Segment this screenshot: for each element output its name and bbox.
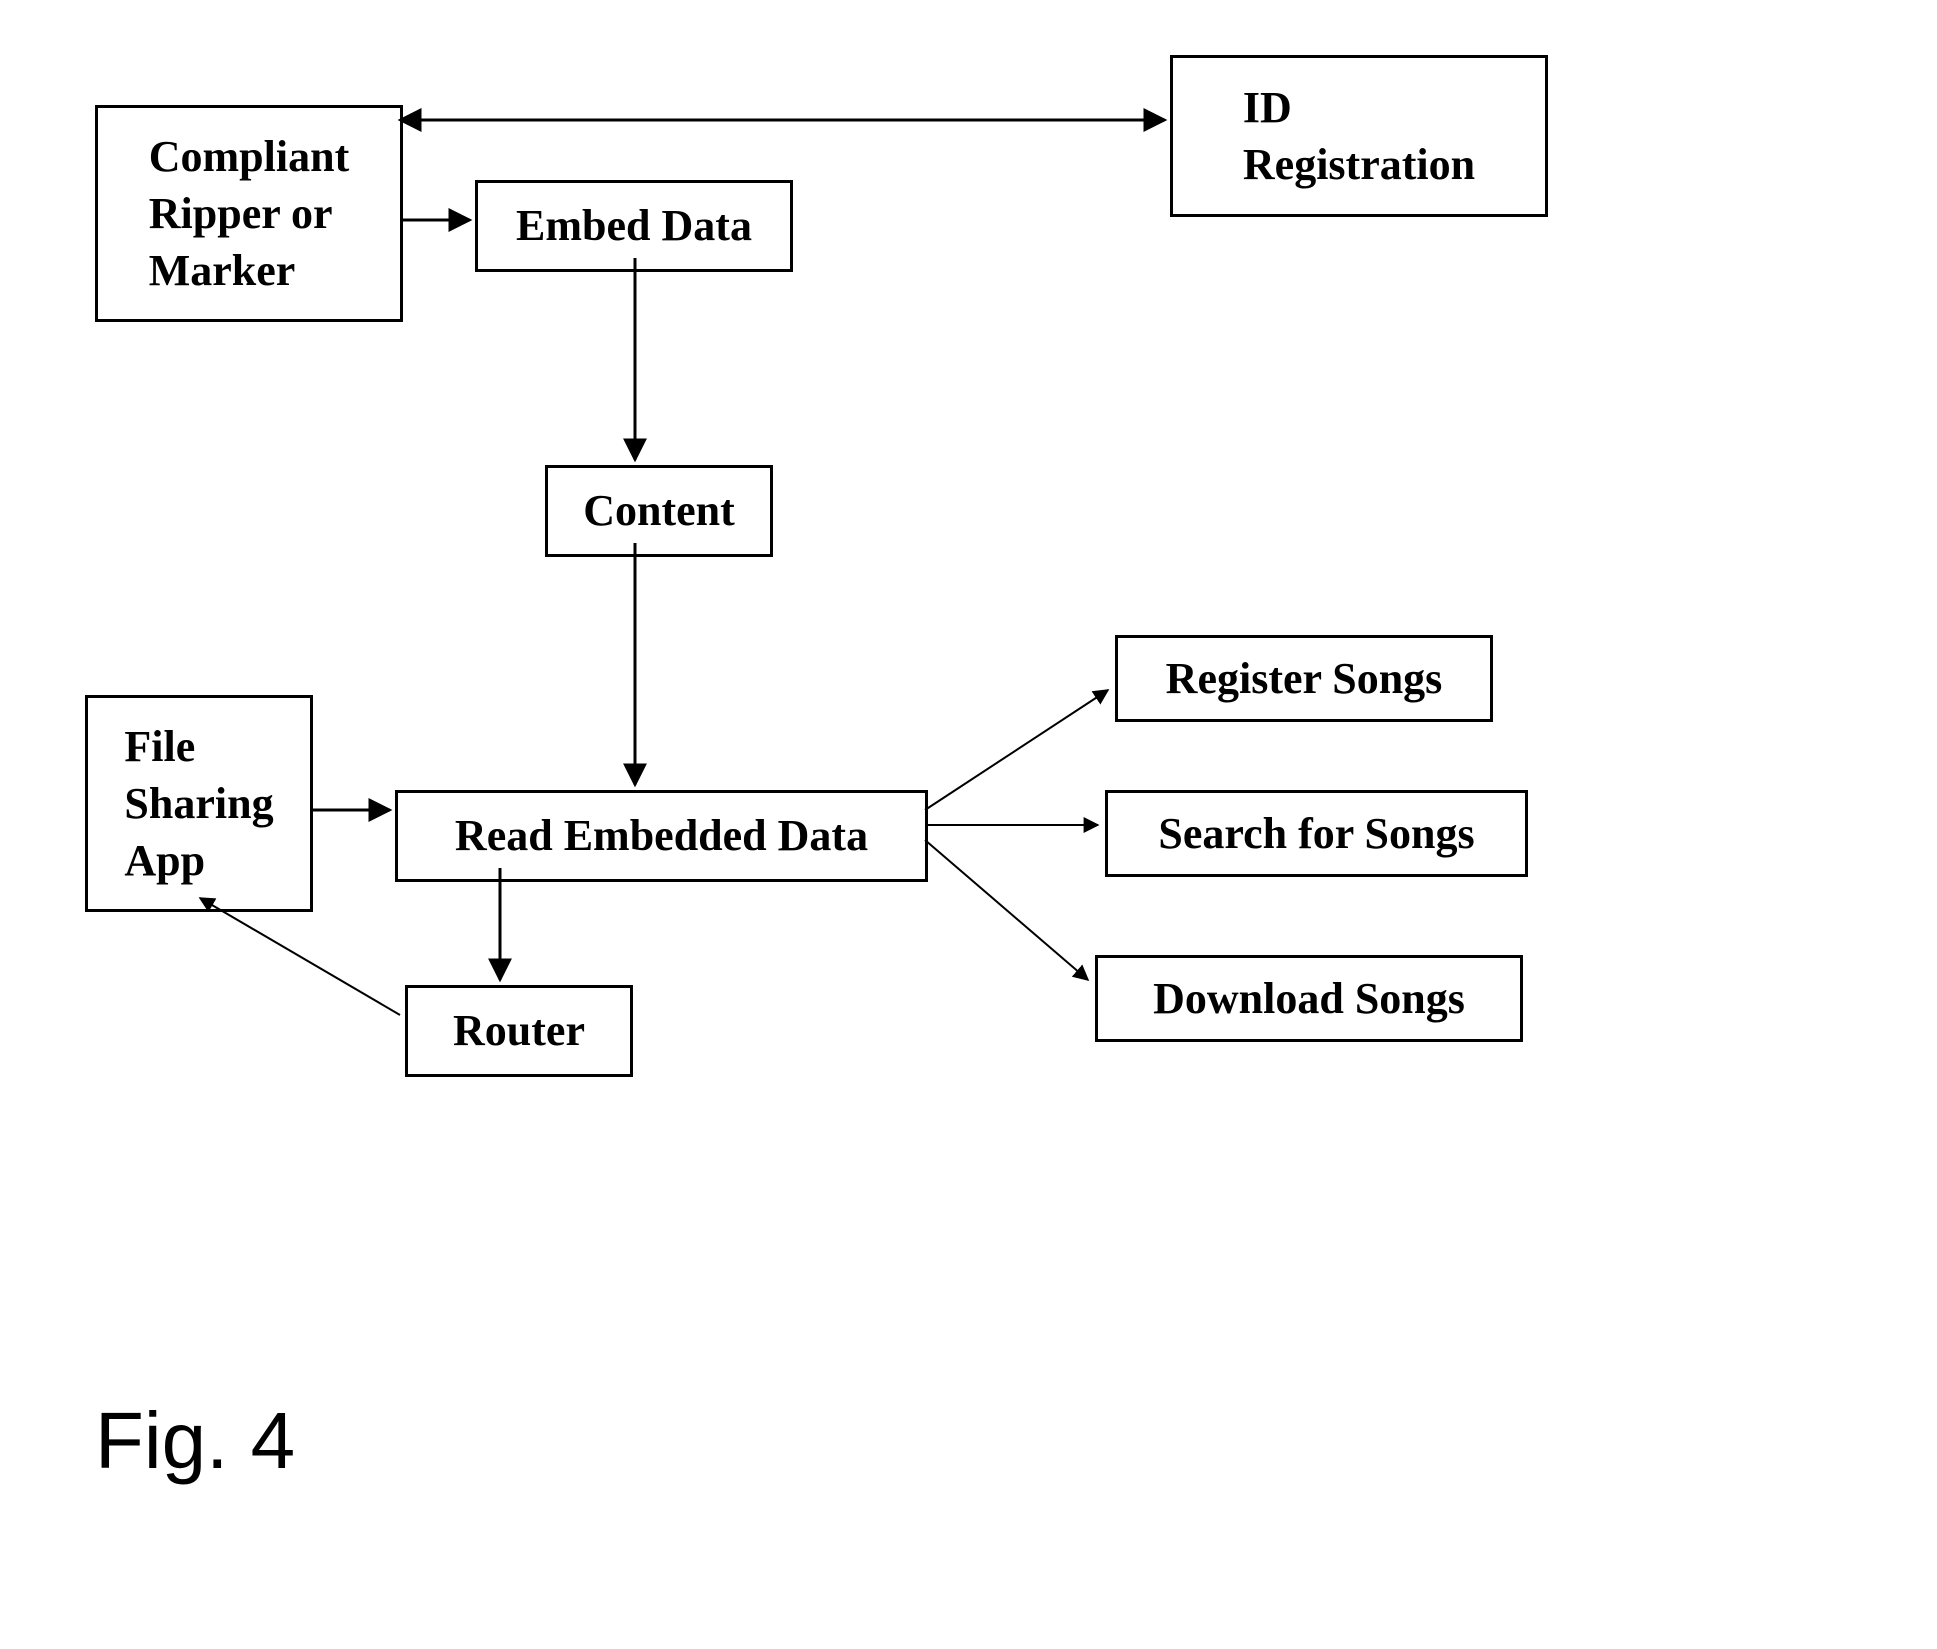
node-router: Router xyxy=(405,985,633,1077)
node-file-sharing-app-label: File Sharing App xyxy=(124,718,273,890)
node-compliant-label: Compliant Ripper or Marker xyxy=(149,128,349,300)
figure-label: Fig. 4 xyxy=(95,1395,295,1487)
node-search-songs-label: Search for Songs xyxy=(1158,805,1474,862)
node-content: Content xyxy=(545,465,773,557)
node-read-embedded-data: Read Embedded Data xyxy=(395,790,928,882)
node-embed-data-label: Embed Data xyxy=(516,197,752,254)
node-compliant: Compliant Ripper or Marker xyxy=(95,105,403,322)
node-register-songs: Register Songs xyxy=(1115,635,1493,722)
node-id-registration-label: ID Registration xyxy=(1243,79,1475,193)
node-router-label: Router xyxy=(453,1002,585,1059)
node-id-registration: ID Registration xyxy=(1170,55,1548,217)
node-download-songs: Download Songs xyxy=(1095,955,1523,1042)
node-search-songs: Search for Songs xyxy=(1105,790,1528,877)
figure-label-text: Fig. 4 xyxy=(95,1396,295,1485)
node-embed-data: Embed Data xyxy=(475,180,793,272)
node-file-sharing-app: File Sharing App xyxy=(85,695,313,912)
node-register-songs-label: Register Songs xyxy=(1166,650,1443,707)
node-download-songs-label: Download Songs xyxy=(1153,970,1465,1027)
node-content-label: Content xyxy=(583,482,735,539)
node-read-embedded-data-label: Read Embedded Data xyxy=(455,807,868,864)
